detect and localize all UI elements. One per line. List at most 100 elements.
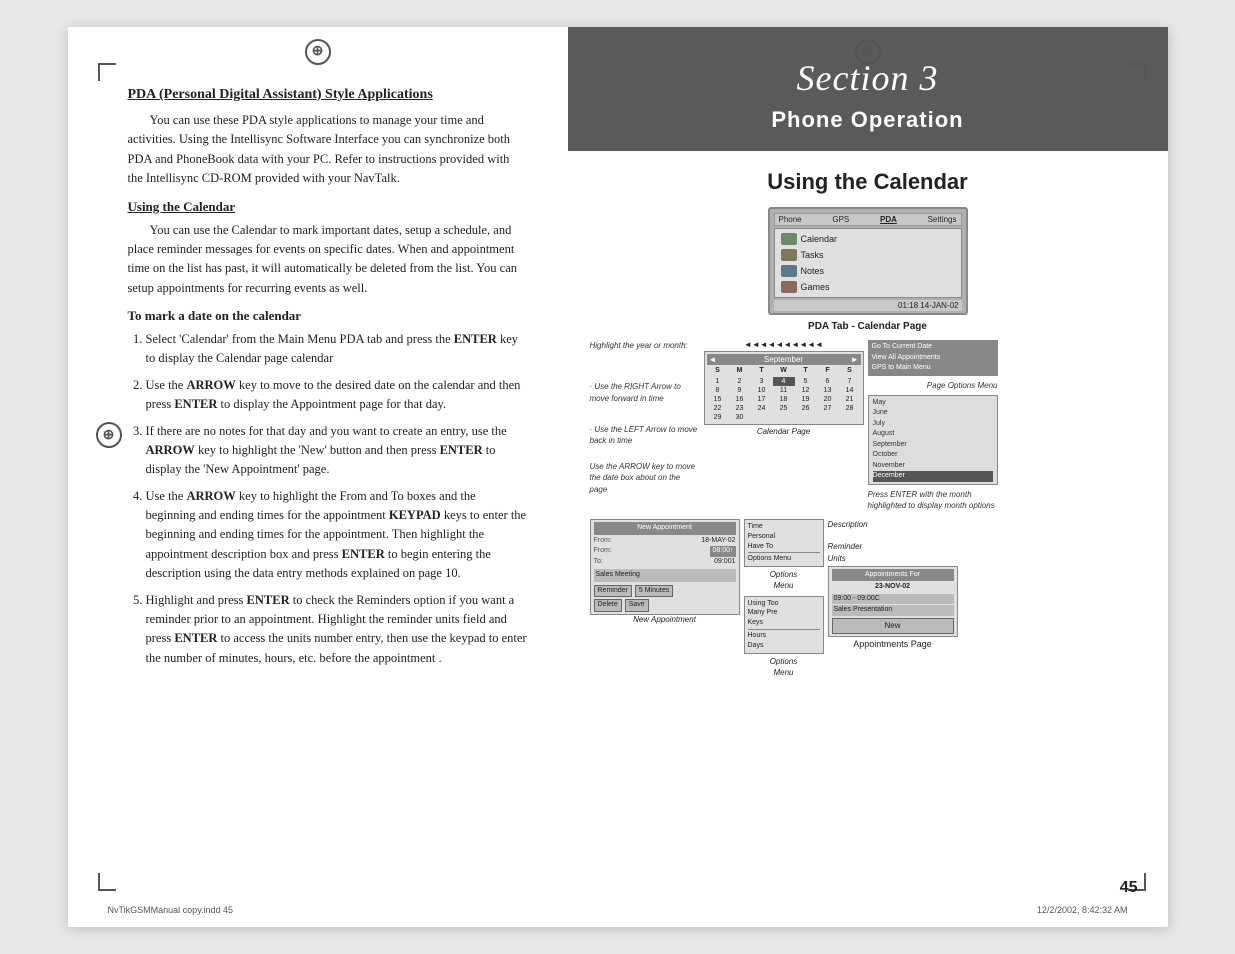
step3-keyword1: ARROW [146,443,195,457]
5min-btn[interactable]: 5 Minutes [635,585,673,598]
step-2: Use the ARROW key to move to the desired… [146,376,528,415]
calendar-body-text: You can use the Calendar to mark importa… [128,221,528,299]
tab-settings: Settings [928,215,957,224]
bottom-right-info: 12/2/2002, 8:42:32 AM [1037,905,1128,915]
mini-cal-header: ◄ September ► [707,354,861,365]
games-icon [781,281,797,293]
tab-gps: GPS [832,215,849,224]
mini-calendar: ◄ September ► S M T W T F S [704,351,864,425]
selected-month: December [873,471,993,482]
step2-keyword2: ENTER [174,397,217,411]
day-t2: T [795,366,817,375]
delete-btn[interactable]: Delete [594,599,622,612]
month-list-box: May June July August September October N… [868,395,998,485]
appt-for-header: Appointments For [832,569,954,582]
day-s2: S [839,366,861,375]
day-w: W [773,366,795,375]
mini-cal-grid: S M T W T F S [707,366,861,422]
calendar-center: ◄◄◄◄◄◄◄◄◄◄ ◄ September ► S M T [704,340,864,511]
appt-for-box: Appointments For 23-NOV-02 09:00 - 09:00… [828,566,958,637]
appt-right: DescriptionReminderUnits Appointments Fo… [828,519,958,678]
options-menu-box: Time Personal Have To Options Menu [744,519,824,567]
section-title: Phone Operation [588,107,1148,133]
step3-keyword2: ENTER [440,443,483,457]
using-calendar-subheading: Using the Calendar [128,199,528,215]
pda-tab-label: PDA Tab - Calendar Page [590,321,1146,332]
step5-keyword1: ENTER [247,593,290,607]
notes-icon [781,265,797,277]
pda-heading: PDA (Personal Digital Assistant) Style A… [128,87,528,103]
menu-item-notes: Notes [781,263,955,279]
step4-keyword1: ARROW [186,489,235,503]
reminder-units-label: DescriptionReminderUnits [828,519,958,564]
compass-right-icon: ⊕ [862,44,874,61]
calendar-diagram: Highlight the year or month: Use the RIG… [590,340,1146,511]
device-menu: Calendar Tasks Notes Games [774,228,962,298]
appt-entry-1: 09:00 - 09:00C [832,594,954,605]
step4-keyword2: KEYPAD [389,508,441,522]
calendar-icon [781,233,797,245]
units-options-box: Using Too Many Pre Keys Hours Days [744,596,824,654]
new-appt-header: New Appointment [594,522,736,535]
new-button[interactable]: New [832,618,954,634]
options-label: OptionsMenu [744,569,824,591]
right-content: Using the Calendar Phone GPS PDA Setting… [568,151,1168,927]
calendar-right-notes: Go To Current Date View All Appointments… [868,340,998,511]
page-number: 45 [1120,879,1138,897]
units-options-label: OptionsMenu [744,656,824,678]
new-appt-box: New Appointment From: 18-MAY-02 From: 08… [590,519,740,615]
bottom-info: NvTikGSMManual copy.indd 45 12/2/2002, 8… [68,905,1168,915]
highlight-note: Highlight the year or month: [590,340,700,351]
bottom-left-info: NvTikGSMManual copy.indd 45 [108,905,234,915]
right-column: ⊕ Section 3 Phone Operation Using the Ca… [568,27,1168,927]
appt-entry-2: Sales Presentation [832,605,954,616]
appt-center: Time Personal Have To Options Menu Optio… [744,519,824,678]
page-options-box: Go To Current Date View All Appointments… [868,340,998,376]
tasks-icon [781,249,797,261]
tab-phone: Phone [779,215,802,224]
compass-side-icon: ⊕ [103,427,115,444]
pda-intro-text: You can use these PDA style applications… [128,111,528,189]
left-column: PDA (Personal Digital Assistant) Style A… [68,27,568,927]
step-5: Highlight and press ENTER to check the R… [146,591,528,669]
step-4: Use the ARROW key to highlight the From … [146,487,528,584]
arrow-key-note: Use the ARROW key to move the date box a… [590,461,700,495]
device-screenshot: Phone GPS PDA Settings Calendar Tasks [768,207,968,315]
device-top-bar: Phone GPS PDA Settings [774,213,962,226]
new-appt-label: New Appointment [590,615,740,625]
page-options-label: Page Options Menu [868,380,998,391]
calendar-left-notes: Highlight the year or month: Use the RIG… [590,340,700,511]
day-f: F [817,366,839,375]
steps-list: Select 'Calendar' from the Main Menu PDA… [128,330,528,668]
right-arrow-note: Use the RIGHT Arrow to move forward in t… [590,381,700,404]
appointment-diagram: New Appointment From: 18-MAY-02 From: 08… [590,519,1146,678]
using-calendar-title: Using the Calendar [590,169,1146,195]
appt-for-date: 23-NOV-02 [832,582,954,593]
page: ⊕ PDA (Personal Digital Assistant) Style… [68,27,1168,927]
nav-arrows: ◄◄◄◄◄◄◄◄◄◄ [704,340,864,349]
day-m: M [729,366,751,375]
device-status-bar: 01:18 14-JAN-02 [774,300,962,311]
menu-item-games: Games [781,279,955,295]
save-btn[interactable]: Save [625,599,649,612]
menu-item-tasks: Tasks [781,247,955,263]
step-3: If there are no notes for that day and y… [146,422,528,480]
step-1: Select 'Calendar' from the Main Menu PDA… [146,330,528,369]
step2-keyword1: ARROW [186,378,235,392]
sales-meeting: Sales Meeting [594,569,736,582]
day-t1: T [751,366,773,375]
cal-month-label: September [764,355,803,364]
reminder-btn[interactable]: Reminder [594,585,632,598]
mark-date-heading: To mark a date on the calendar [128,308,528,324]
appt-left: New Appointment From: 18-MAY-02 From: 08… [590,519,740,678]
next-arrow: ► [851,355,859,364]
compass-circle-side: ⊕ [96,422,122,448]
compass-circle-right: ⊕ [855,39,881,65]
step4-keyword3: ENTER [342,547,385,561]
prev-arrow: ◄ [709,355,717,364]
highlighted-date: 4 [773,377,795,386]
corner-mark-tr [1128,63,1146,81]
month-press-note: Press ENTER with the month highlighted t… [868,489,998,511]
calendar-page-label: Calendar Page [704,427,864,436]
menu-item-calendar: Calendar [781,231,955,247]
